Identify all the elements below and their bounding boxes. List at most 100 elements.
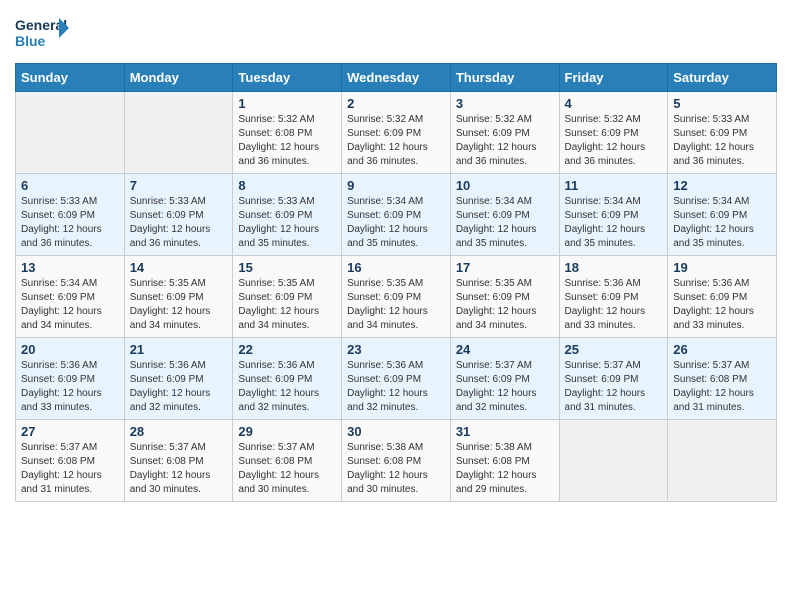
day-number: 27 — [21, 424, 119, 439]
calendar-cell: 13Sunrise: 5:34 AM Sunset: 6:09 PM Dayli… — [16, 256, 125, 338]
calendar-cell: 16 Sunrise: 5:35 AM Sunset: 6:09 PM Dayli… — [342, 256, 451, 338]
day-number: 20 — [21, 342, 119, 357]
calendar-cell: 4 Sunrise: 5:32 AM Sunset: 6:09 PM Daylig… — [559, 92, 668, 174]
day-number: 18 — [565, 260, 663, 275]
calendar-body: 1 Sunrise: 5:32 AM Sunset: 6:08 PM Daylig… — [16, 92, 777, 502]
calendar-week-2: 6 Sunrise: 5:33 AM Sunset: 6:09 PM Daylig… — [16, 174, 777, 256]
day-number: 3 — [456, 96, 554, 111]
calendar-cell: 22Sunrise: 5:36 AM Sunset: 6:09 PM Dayli… — [233, 338, 342, 420]
day-info: Sunrise: 5:32 AM Sunset: 6:09 PM Dayligh… — [565, 113, 663, 169]
calendar-cell: 2 Sunrise: 5:32 AM Sunset: 6:09 PM Daylig… — [342, 92, 451, 174]
day-number: 31 — [456, 424, 554, 439]
day-number: 12 — [673, 178, 771, 193]
day-number: 7 — [130, 178, 228, 193]
day-number: 28 — [130, 424, 228, 439]
calendar-cell: 25 Sunrise: 5:37 AM Sunset: 6:09 PM Dayli… — [559, 338, 668, 420]
calendar-cell: 31 Sunrise: 5:38 AM Sunset: 6:08 PM Dayli… — [450, 420, 559, 502]
day-number: 16 — [347, 260, 445, 275]
day-info: Sunrise: 5:36 AM Sunset: 6:09 PM Dayligh… — [21, 359, 119, 415]
day-number: 11 — [565, 178, 663, 193]
calendar-cell: 28Sunrise: 5:37 AM Sunset: 6:08 PM Dayli… — [124, 420, 233, 502]
weekday-header-saturday: Saturday — [668, 64, 777, 92]
day-info: Sunrise: 5:36 AM Sunset: 6:09 PM Dayligh… — [238, 359, 336, 415]
day-info: Sunrise: 5:36 AM Sunset: 6:09 PM Dayligh… — [130, 359, 228, 415]
calendar-header: SundayMondayTuesdayWednesdayThursdayFrid… — [16, 64, 777, 92]
calendar-cell: 9 Sunrise: 5:34 AM Sunset: 6:09 PM Daylig… — [342, 174, 451, 256]
weekday-header-thursday: Thursday — [450, 64, 559, 92]
day-info: Sunrise: 5:34 AM Sunset: 6:09 PM Dayligh… — [565, 195, 663, 251]
day-number: 24 — [456, 342, 554, 357]
day-number: 9 — [347, 178, 445, 193]
day-info: Sunrise: 5:33 AM Sunset: 6:09 PM Dayligh… — [673, 113, 771, 169]
calendar-cell: 10Sunrise: 5:34 AM Sunset: 6:09 PM Dayli… — [450, 174, 559, 256]
day-info: Sunrise: 5:35 AM Sunset: 6:09 PM Dayligh… — [130, 277, 228, 333]
day-info: Sunrise: 5:36 AM Sunset: 6:09 PM Dayligh… — [565, 277, 663, 333]
calendar-cell: 21 Sunrise: 5:36 AM Sunset: 6:09 PM Dayli… — [124, 338, 233, 420]
calendar-cell: 19 Sunrise: 5:36 AM Sunset: 6:09 PM Dayli… — [668, 256, 777, 338]
calendar-cell: 11 Sunrise: 5:34 AM Sunset: 6:09 PM Dayli… — [559, 174, 668, 256]
day-number: 25 — [565, 342, 663, 357]
calendar-cell: 27 Sunrise: 5:37 AM Sunset: 6:08 PM Dayli… — [16, 420, 125, 502]
header: General Blue — [15, 10, 777, 55]
day-info: Sunrise: 5:35 AM Sunset: 6:09 PM Dayligh… — [347, 277, 445, 333]
calendar-cell: 26 Sunrise: 5:37 AM Sunset: 6:08 PM Dayli… — [668, 338, 777, 420]
calendar-cell: 20 Sunrise: 5:36 AM Sunset: 6:09 PM Dayli… — [16, 338, 125, 420]
calendar-week-5: 27 Sunrise: 5:37 AM Sunset: 6:08 PM Dayli… — [16, 420, 777, 502]
calendar-cell: 12 Sunrise: 5:34 AM Sunset: 6:09 PM Dayli… — [668, 174, 777, 256]
day-info: Sunrise: 5:37 AM Sunset: 6:09 PM Dayligh… — [456, 359, 554, 415]
day-info: Sunrise: 5:36 AM Sunset: 6:09 PM Dayligh… — [673, 277, 771, 333]
weekday-header-wednesday: Wednesday — [342, 64, 451, 92]
weekday-header-tuesday: Tuesday — [233, 64, 342, 92]
day-number: 29 — [238, 424, 336, 439]
calendar-cell: 7 Sunrise: 5:33 AM Sunset: 6:09 PM Daylig… — [124, 174, 233, 256]
calendar-cell: 30Sunrise: 5:38 AM Sunset: 6:08 PM Dayli… — [342, 420, 451, 502]
logo-svg: General Blue — [15, 10, 70, 55]
calendar-cell: 17Sunrise: 5:35 AM Sunset: 6:09 PM Dayli… — [450, 256, 559, 338]
day-info: Sunrise: 5:37 AM Sunset: 6:09 PM Dayligh… — [565, 359, 663, 415]
day-info: Sunrise: 5:37 AM Sunset: 6:08 PM Dayligh… — [238, 441, 336, 497]
day-number: 1 — [238, 96, 336, 111]
weekday-header-monday: Monday — [124, 64, 233, 92]
day-number: 14 — [130, 260, 228, 275]
logo: General Blue — [15, 10, 70, 55]
day-info: Sunrise: 5:34 AM Sunset: 6:09 PM Dayligh… — [673, 195, 771, 251]
calendar-cell: 29 Sunrise: 5:37 AM Sunset: 6:08 PM Dayli… — [233, 420, 342, 502]
svg-text:Blue: Blue — [15, 33, 46, 49]
day-info: Sunrise: 5:38 AM Sunset: 6:08 PM Dayligh… — [347, 441, 445, 497]
day-number: 8 — [238, 178, 336, 193]
calendar-cell: 18 Sunrise: 5:36 AM Sunset: 6:09 PM Dayli… — [559, 256, 668, 338]
day-number: 26 — [673, 342, 771, 357]
day-info: Sunrise: 5:34 AM Sunset: 6:09 PM Dayligh… — [347, 195, 445, 251]
day-info: Sunrise: 5:38 AM Sunset: 6:08 PM Dayligh… — [456, 441, 554, 497]
day-info: Sunrise: 5:36 AM Sunset: 6:09 PM Dayligh… — [347, 359, 445, 415]
day-number: 15 — [238, 260, 336, 275]
day-info: Sunrise: 5:32 AM Sunset: 6:08 PM Dayligh… — [238, 113, 336, 169]
day-number: 6 — [21, 178, 119, 193]
calendar-cell: 15Sunrise: 5:35 AM Sunset: 6:09 PM Dayli… — [233, 256, 342, 338]
calendar-cell: 1 Sunrise: 5:32 AM Sunset: 6:08 PM Daylig… — [233, 92, 342, 174]
calendar-table: SundayMondayTuesdayWednesdayThursdayFrid… — [15, 63, 777, 502]
day-info: Sunrise: 5:34 AM Sunset: 6:09 PM Dayligh… — [21, 277, 119, 333]
day-number: 19 — [673, 260, 771, 275]
day-number: 4 — [565, 96, 663, 111]
day-number: 23 — [347, 342, 445, 357]
day-info: Sunrise: 5:33 AM Sunset: 6:09 PM Dayligh… — [130, 195, 228, 251]
day-info: Sunrise: 5:32 AM Sunset: 6:09 PM Dayligh… — [456, 113, 554, 169]
day-info: Sunrise: 5:37 AM Sunset: 6:08 PM Dayligh… — [673, 359, 771, 415]
calendar-cell: 14 Sunrise: 5:35 AM Sunset: 6:09 PM Dayli… — [124, 256, 233, 338]
calendar-cell — [124, 92, 233, 174]
calendar-week-3: 13Sunrise: 5:34 AM Sunset: 6:09 PM Dayli… — [16, 256, 777, 338]
day-number: 17 — [456, 260, 554, 275]
calendar-cell: 3 Sunrise: 5:32 AM Sunset: 6:09 PM Daylig… — [450, 92, 559, 174]
page-container: General Blue SundayMondayTuesdayWednesda… — [0, 0, 792, 512]
weekday-header-friday: Friday — [559, 64, 668, 92]
calendar-week-4: 20 Sunrise: 5:36 AM Sunset: 6:09 PM Dayli… — [16, 338, 777, 420]
calendar-week-1: 1 Sunrise: 5:32 AM Sunset: 6:08 PM Daylig… — [16, 92, 777, 174]
day-number: 2 — [347, 96, 445, 111]
day-number: 21 — [130, 342, 228, 357]
day-info: Sunrise: 5:37 AM Sunset: 6:08 PM Dayligh… — [21, 441, 119, 497]
day-info: Sunrise: 5:33 AM Sunset: 6:09 PM Dayligh… — [21, 195, 119, 251]
day-info: Sunrise: 5:32 AM Sunset: 6:09 PM Dayligh… — [347, 113, 445, 169]
calendar-cell: 8Sunrise: 5:33 AM Sunset: 6:09 PM Daylig… — [233, 174, 342, 256]
day-info: Sunrise: 5:34 AM Sunset: 6:09 PM Dayligh… — [456, 195, 554, 251]
